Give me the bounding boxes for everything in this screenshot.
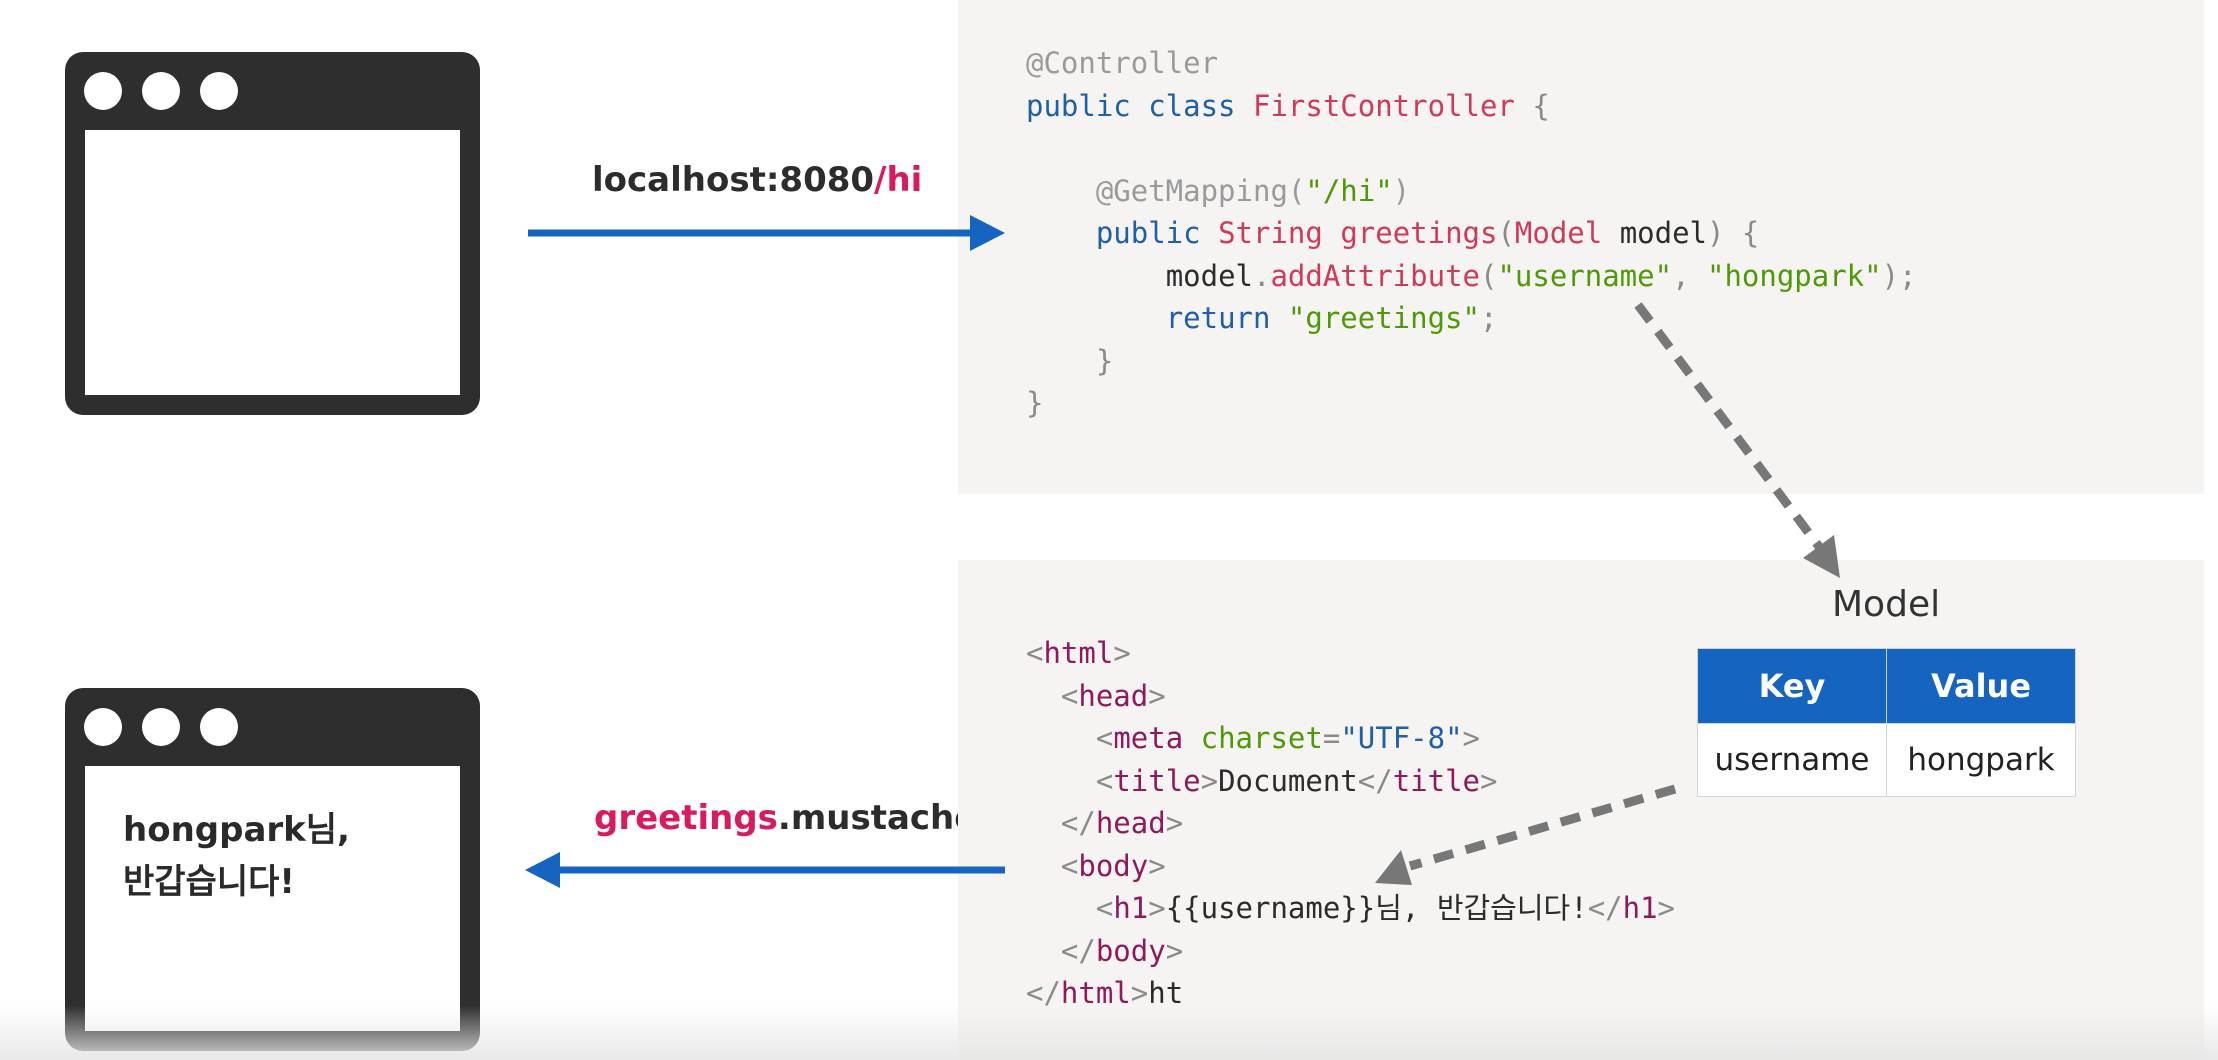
response-arrow [525, 852, 1005, 888]
dashed-arrow-to-model [1634, 302, 1840, 578]
bottom-fade [0, 1005, 2218, 1060]
request-arrow [528, 215, 1005, 251]
flow-arrows [525, 215, 1840, 888]
dashed-arrow-to-template [1375, 784, 1677, 885]
